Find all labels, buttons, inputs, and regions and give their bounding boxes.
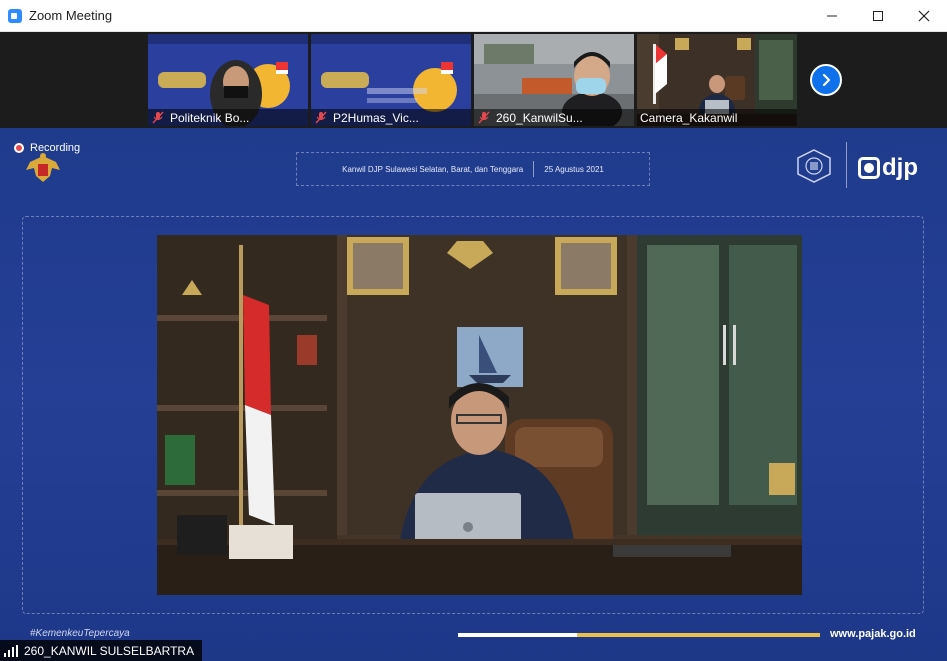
footer-website: www.pajak.go.id	[830, 628, 916, 640]
chevron-right-icon	[822, 73, 831, 87]
speaker-video	[157, 235, 802, 595]
participant-name: Politeknik Bo...	[170, 110, 250, 125]
muted-microphone-icon	[152, 111, 164, 124]
djp-logo-text: djp	[882, 154, 918, 181]
footer-progress-fill	[458, 633, 578, 637]
next-page-button[interactable]	[810, 64, 842, 96]
zoom-app-icon	[8, 8, 22, 23]
participant-name: 260_KanwilSu...	[496, 110, 583, 125]
participant-name: P2Humas_Vic...	[333, 110, 419, 125]
close-button[interactable]	[901, 0, 947, 32]
muted-microphone-icon	[478, 111, 490, 124]
muted-microphone-icon	[315, 111, 327, 124]
footer-hashtag: #KemenkeuTepercaya	[30, 628, 130, 639]
djp-logo: djp	[858, 154, 918, 182]
maximize-button[interactable]	[855, 0, 901, 32]
signal-strength-icon	[4, 644, 18, 657]
footer-progress-bar	[458, 633, 820, 637]
participant-strip: Politeknik Bo... P2Humas_Vic... 260_Kanw…	[0, 32, 947, 128]
minimize-button[interactable]	[809, 0, 855, 32]
participant-name-bar: Camera_Kakanwil	[637, 109, 797, 126]
participant-thumbnail[interactable]: 260_KanwilSu...	[474, 34, 634, 126]
djp-logo-mark-icon	[858, 157, 880, 179]
participant-thumbnail[interactable]: P2Humas_Vic...	[311, 34, 471, 126]
main-speaker-view: Recording Kanwil DJP Sulawesi Selatan, B…	[0, 128, 947, 661]
speaker-video-frame	[157, 235, 802, 595]
maximize-icon	[873, 11, 883, 21]
participant-thumbnail[interactable]: Camera_Kakanwil	[637, 34, 797, 126]
logo-divider	[846, 142, 847, 188]
event-banner: Kanwil DJP Sulawesi Selatan, Barat, dan …	[296, 152, 650, 186]
participant-name: Camera_Kakanwil	[640, 110, 738, 125]
participant-name-bar: P2Humas_Vic...	[311, 109, 471, 126]
banner-divider	[533, 161, 535, 177]
active-speaker-label: 260_KANWIL SULSELBARTRA	[0, 640, 203, 661]
banner-office: Kanwil DJP Sulawesi Selatan, Barat, dan …	[342, 164, 524, 174]
garuda-emblem-icon	[26, 153, 60, 182]
active-speaker-name: 260_KANWIL SULSELBARTRA	[24, 643, 195, 658]
close-icon	[918, 10, 930, 22]
participant-thumbnail[interactable]: Politeknik Bo...	[148, 34, 308, 126]
window-controls	[809, 0, 947, 32]
banner-date: 25 Agustus 2021	[544, 164, 604, 174]
ministry-emblem-icon	[797, 149, 831, 183]
participant-name-bar: 260_KanwilSu...	[474, 109, 634, 126]
title-bar: Zoom Meeting	[0, 0, 947, 32]
window-title: Zoom Meeting	[29, 8, 113, 23]
participant-name-bar: Politeknik Bo...	[148, 109, 308, 126]
minimize-icon	[827, 15, 837, 17]
